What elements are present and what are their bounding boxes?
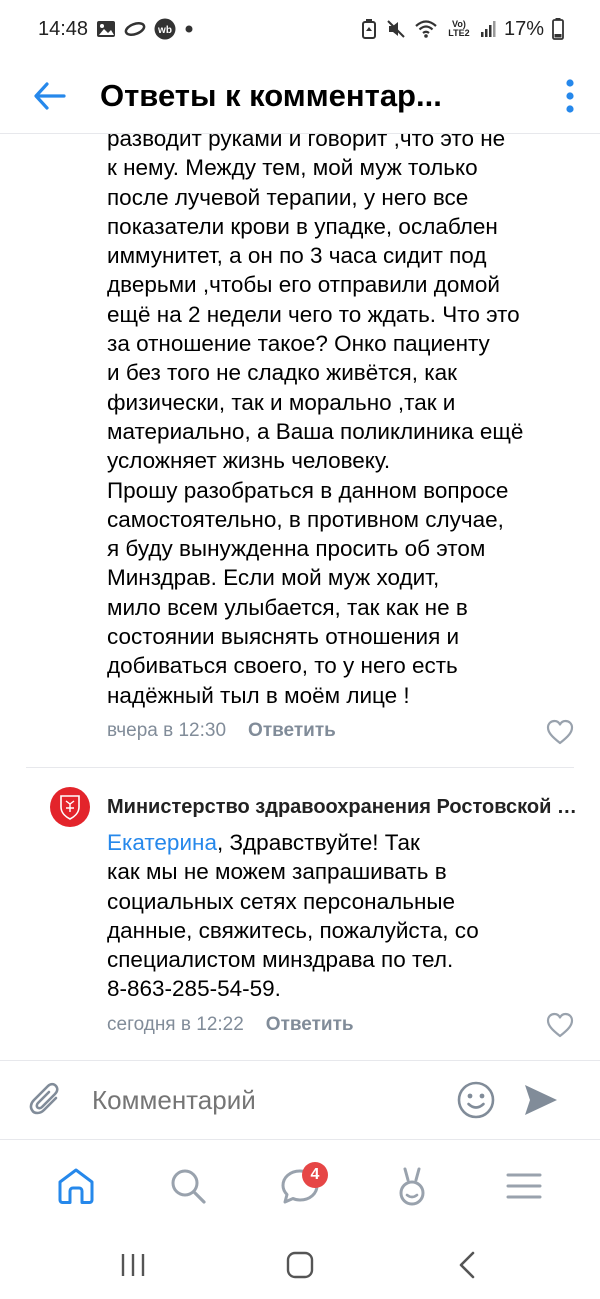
back-system-button[interactable] [427,1235,507,1295]
heart-icon [546,719,574,745]
chevron-left-icon [459,1251,474,1279]
page-title: Ответы к комментар... [100,77,442,113]
recent-apps-button[interactable] [93,1235,173,1295]
attach-button[interactable] [0,1081,92,1119]
clips-icon [399,1167,425,1206]
battery-percent: 17% [503,17,544,40]
search-icon [171,1169,206,1204]
reply-button[interactable]: Ответить [248,720,336,742]
like-button[interactable] [546,719,574,747]
smile-icon [457,1081,495,1119]
tab-home[interactable] [36,1146,116,1226]
recent-apps-icon [122,1254,145,1276]
comment-text: Екатерина, Здравствуйте! Так как мы не м… [107,828,547,1004]
system-nav-bar [0,1231,600,1299]
more-vertical-icon [566,78,574,113]
gallery-notification-icon [96,20,116,38]
coat-of-arms-icon [60,795,80,820]
send-button[interactable] [506,1083,576,1117]
like-button[interactable] [546,1012,574,1040]
wb-notification-icon: wb [154,18,176,40]
comment-author[interactable]: Министерство здравоохранения Ростовской … [107,796,577,819]
back-arrow-icon [34,81,66,110]
messages-badge: 4 [302,1162,328,1188]
comment-meta: сегодня в 12:22 Ответить [107,1014,354,1036]
battery-saver-icon [360,19,378,39]
mention-link[interactable]: Екатерина [107,830,217,855]
tab-messages[interactable]: 4 [260,1146,340,1226]
comment-time: вчера в 12:30 [107,720,227,741]
menu-icon [506,1173,542,1199]
status-right: Vo) LTE2 17% [360,18,564,41]
tab-bar: 4 [0,1141,600,1231]
home-square-icon [286,1251,314,1279]
svg-text:wb: wb [157,25,172,36]
home-system-button[interactable] [260,1235,340,1295]
heart-icon [546,1012,574,1038]
wifi-icon [414,19,438,39]
avatar[interactable] [50,787,90,827]
comment-time: сегодня в 12:22 [107,1014,244,1035]
signal-icon [480,20,496,38]
comment-input[interactable] [92,1084,442,1116]
network-text: Vo) LTE2 [448,19,470,38]
status-time: 14:48 [38,17,89,40]
emoji-button[interactable] [446,1080,506,1120]
comment-text: разводит руками и говорит ,что это не к … [107,126,524,708]
status-left: 14:48 wb [38,18,194,41]
tab-clips[interactable] [372,1146,452,1226]
comment-composer [0,1060,600,1140]
network-label: Vo) LTE2 [446,20,472,38]
link-notification-icon [124,22,146,36]
comment-divider [26,767,574,768]
reply-button[interactable]: Ответить [266,1014,354,1036]
home-icon [58,1168,94,1204]
paperclip-icon [29,1082,59,1115]
tab-search[interactable] [148,1146,228,1226]
mute-icon [386,19,406,39]
comments-list[interactable]: разводит руками и говорит ,что это не к … [0,120,600,1060]
send-icon [525,1085,557,1115]
comment-meta: вчера в 12:30 Ответить [107,720,336,742]
tab-menu[interactable] [484,1146,564,1226]
more-notifications-dot-icon [184,24,194,34]
comment-body: , Здравствуйте! Так как мы не можем запр… [107,830,479,1002]
status-bar: 14:48 wb Vo) LTE2 17% [0,0,600,58]
battery-icon [552,18,564,40]
